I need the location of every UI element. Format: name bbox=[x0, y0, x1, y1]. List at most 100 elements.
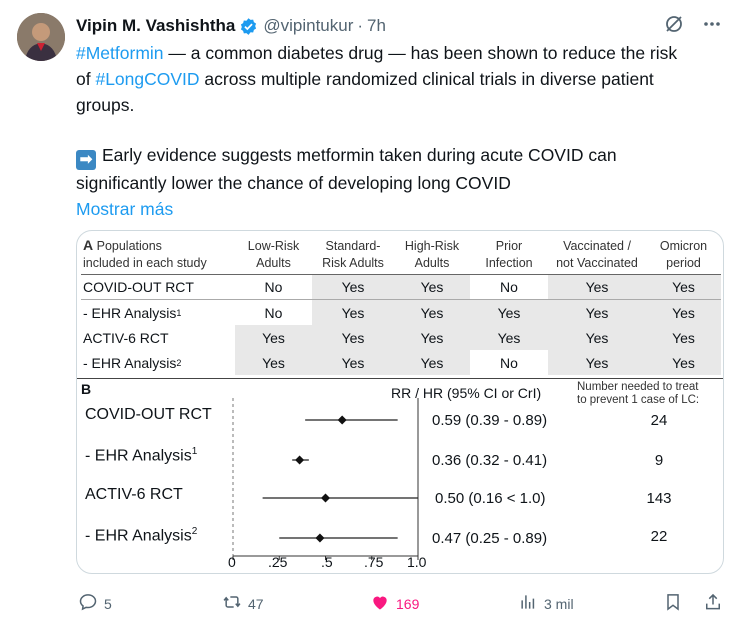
retweet-button[interactable]: 47 bbox=[222, 592, 264, 615]
table-cell: Yes bbox=[646, 275, 721, 299]
like-button[interactable]: 169 bbox=[370, 592, 419, 615]
table-cell: Yes bbox=[235, 350, 312, 375]
hashtag-longcovid[interactable]: #LongCOVID bbox=[95, 69, 199, 89]
table-cell: Yes bbox=[394, 325, 470, 350]
tweet-text: #Metformin — a common diabetes drug — ha… bbox=[76, 40, 716, 222]
forest-estimate: 0.50 (0.16 < 1.0) bbox=[435, 490, 546, 507]
table-cell: No bbox=[235, 300, 312, 325]
table-cell: Yes bbox=[548, 275, 646, 299]
row-label: COVID-OUT RCT bbox=[83, 279, 194, 295]
table-row: - EHR Analysis 2 Yes Yes Yes No Yes Yes bbox=[81, 350, 721, 375]
row-label: ACTIV-6 RCT bbox=[83, 329, 169, 346]
show-more-link[interactable]: Mostrar más bbox=[76, 196, 716, 222]
col-header: period bbox=[666, 255, 701, 270]
col-header: Vaccinated / bbox=[563, 238, 631, 253]
forest-plot-marks bbox=[232, 398, 419, 560]
table-title-line2: included in each study bbox=[83, 256, 207, 270]
views-button[interactable]: 3 mil bbox=[518, 592, 574, 615]
footnote-mark: 1 bbox=[176, 307, 182, 318]
table-cell: Yes bbox=[312, 325, 394, 350]
tweet-header: Vipin M. Vashishtha @vipintukur · 7h bbox=[76, 14, 722, 38]
text-line: Early evidence suggests metformin taken … bbox=[102, 145, 617, 165]
col-header: Prior bbox=[495, 238, 523, 253]
like-count: 169 bbox=[396, 595, 420, 612]
forest-estimate: 0.59 (0.39 - 0.89) bbox=[432, 412, 548, 429]
point-estimate-marker bbox=[321, 493, 330, 503]
bookmark-icon bbox=[663, 592, 683, 615]
views-count: 3 mil bbox=[544, 595, 574, 612]
text-line: across multiple randomized clinical tria… bbox=[199, 69, 654, 89]
table-cell: Yes bbox=[312, 275, 394, 299]
forest-estimate: 0.47 (0.25 - 0.89) bbox=[432, 530, 548, 547]
col-header: Infection bbox=[485, 255, 533, 270]
table-row: - EHR Analysis 1 No Yes Yes Yes Yes Yes bbox=[81, 300, 721, 325]
author-name[interactable]: Vipin M. Vashishtha bbox=[76, 16, 235, 36]
table-cell: Yes bbox=[548, 300, 646, 325]
section-a-label: A bbox=[83, 237, 94, 253]
share-icon bbox=[703, 592, 723, 615]
table-cell: Yes bbox=[394, 275, 470, 299]
nnt-value: 9 bbox=[654, 452, 664, 469]
share-button[interactable] bbox=[703, 592, 723, 615]
avatar[interactable] bbox=[17, 13, 65, 61]
table-row: ACTIV-6 RCT Yes Yes Yes Yes Yes Yes bbox=[81, 325, 721, 350]
col-header: Omicron bbox=[659, 238, 708, 253]
table-cell: Yes bbox=[394, 350, 470, 375]
retweet-icon bbox=[222, 592, 242, 615]
table-cell: No bbox=[470, 350, 548, 375]
col-header: not Vaccinated bbox=[556, 255, 638, 270]
verified-badge-icon[interactable] bbox=[239, 17, 258, 36]
hashtag-metformin[interactable]: #Metformin bbox=[76, 43, 164, 63]
table-cell: Yes bbox=[394, 300, 470, 325]
col-header: Low-Risk bbox=[247, 238, 300, 253]
nnt-value: 22 bbox=[650, 528, 668, 545]
axis-tick-label: .25 bbox=[268, 554, 288, 570]
table-row: COVID-OUT RCT No Yes Yes No Yes Yes bbox=[81, 275, 721, 300]
table-cell: Yes bbox=[548, 325, 646, 350]
col-header: Adults bbox=[414, 255, 450, 270]
action-bar: 5 47 169 3 mil bbox=[0, 592, 736, 616]
col-header: Adults bbox=[256, 255, 291, 270]
axis-tick-label: 0 bbox=[228, 554, 236, 570]
population-table: A Populations included in each study Low… bbox=[81, 235, 721, 375]
tweet-image[interactable]: A Populations included in each study Low… bbox=[76, 230, 724, 574]
col-header: High-Risk bbox=[404, 238, 460, 253]
table-cell: Yes bbox=[646, 300, 721, 325]
separator-dot: · bbox=[357, 16, 364, 35]
table-header: A Populations included in each study Low… bbox=[81, 235, 721, 275]
col-header: Standard- bbox=[325, 238, 381, 253]
timestamp[interactable]: 7h bbox=[367, 16, 386, 36]
reply-button[interactable]: 5 bbox=[78, 592, 112, 615]
axis-tick-label: 1.0 bbox=[407, 554, 427, 570]
axis-tick-label: .5 bbox=[321, 554, 333, 570]
more-icon[interactable] bbox=[702, 14, 722, 39]
heart-icon bbox=[370, 592, 390, 615]
grok-icon[interactable] bbox=[664, 14, 684, 39]
reply-count: 5 bbox=[104, 595, 112, 612]
table-cell: No bbox=[470, 275, 548, 299]
table-cell: No bbox=[235, 275, 312, 299]
forest-plot: B RR / HR (95% CI or CrI) Number needed … bbox=[77, 378, 723, 573]
views-icon bbox=[518, 592, 538, 615]
table-cell: Yes bbox=[548, 350, 646, 375]
axis-tick-label: .75 bbox=[364, 554, 384, 570]
point-estimate-marker bbox=[295, 455, 305, 465]
table-cell: Yes bbox=[312, 350, 394, 375]
figure: A Populations included in each study Low… bbox=[77, 231, 723, 573]
col-header: Risk Adults bbox=[322, 255, 384, 270]
author-handle[interactable]: @vipintukur bbox=[263, 16, 353, 36]
text-line: significantly lower the chance of develo… bbox=[76, 173, 511, 193]
row-label: - EHR Analysis bbox=[83, 354, 177, 371]
nnt-value: 143 bbox=[646, 490, 672, 507]
table-cell: Yes bbox=[470, 325, 548, 350]
forest-estimate: 0.36 (0.32 - 0.41) bbox=[432, 452, 548, 469]
bookmark-button[interactable] bbox=[663, 592, 683, 615]
arrow-right-icon: ➡ bbox=[76, 150, 96, 170]
point-estimate-marker bbox=[315, 533, 325, 543]
retweet-count: 47 bbox=[248, 595, 264, 612]
text-line: — a common diabetes drug — has been show… bbox=[163, 43, 678, 63]
table-cell: Yes bbox=[646, 325, 721, 350]
footnote-mark: 2 bbox=[176, 357, 182, 368]
text-line: groups. bbox=[76, 95, 135, 115]
point-estimate-marker bbox=[337, 415, 347, 425]
